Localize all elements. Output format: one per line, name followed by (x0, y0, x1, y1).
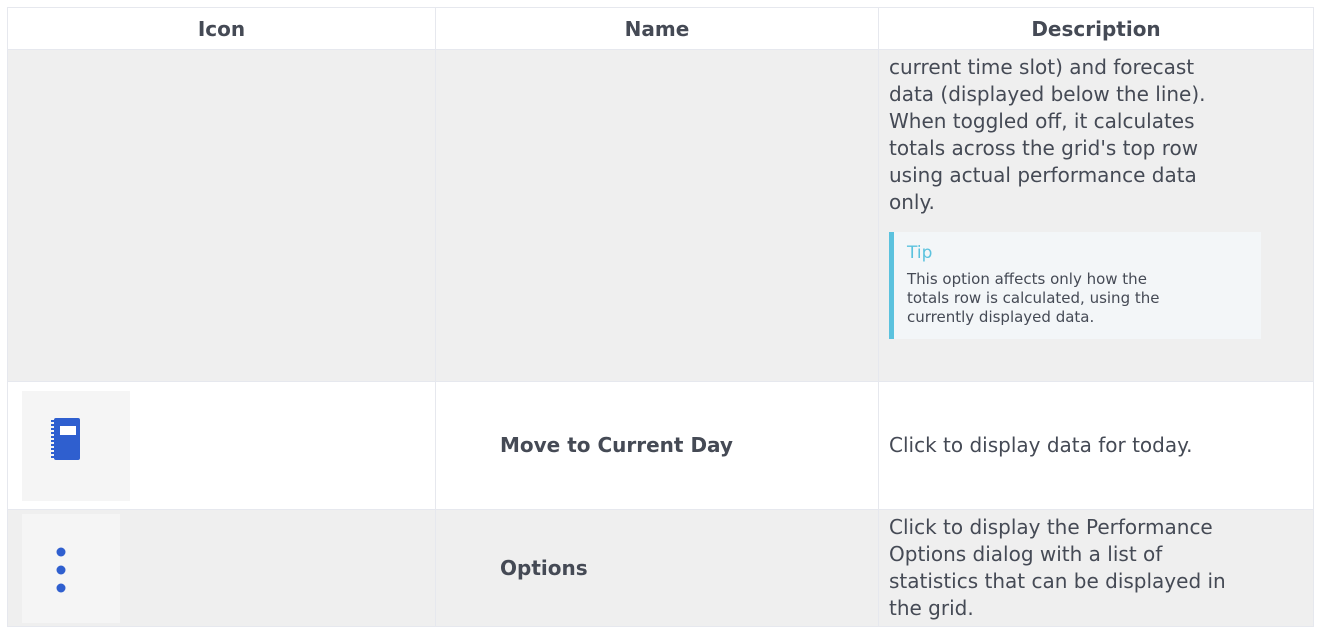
description-cell: current time slot) and forecast data (di… (878, 49, 1314, 382)
name-cell (435, 49, 879, 382)
description-line: When toggled off, it calculates (889, 109, 1195, 133)
description-line: statistics that can be displayed in (889, 569, 1226, 593)
name-cell: Options (435, 509, 879, 627)
description-line: data (displayed below the line). (889, 82, 1206, 106)
description-line: the grid. (889, 596, 974, 620)
icons-reference-table: Icon Name Description current time slot)… (7, 7, 1314, 627)
name-cell: Move to Current Day (435, 381, 879, 510)
description-line: using actual performance data (889, 163, 1197, 187)
description-line: current time slot) and forecast (889, 55, 1195, 79)
column-header-name: Name (435, 7, 879, 50)
icon-cell (7, 49, 436, 382)
tip-title: Tip (907, 243, 933, 263)
tip-callout: Tip This option affects only how the tot… (889, 232, 1261, 339)
tip-line: This option affects only how the (907, 270, 1147, 288)
doc-table-wrapper: Icon Name Description current time slot)… (7, 7, 1317, 627)
column-header-icon: Icon (7, 7, 436, 50)
table-row: current time slot) and forecast data (di… (7, 49, 1314, 382)
tip-body: This option affects only how the totals … (907, 270, 1251, 327)
icon-cell (7, 381, 436, 510)
description-line: totals across the grid's top row (889, 136, 1199, 160)
icon-tile (22, 513, 120, 623)
tip-line: currently displayed data. (907, 308, 1095, 326)
table-header-row: Icon Name Description (7, 7, 1314, 50)
table-row: Options Click to display the Performance… (7, 509, 1314, 627)
description-line: Options dialog with a list of (889, 542, 1163, 566)
icon-cell (7, 509, 436, 627)
icon-tile (22, 390, 130, 501)
description-cell: Click to display data for today. (878, 381, 1314, 510)
column-header-description: Description (878, 7, 1314, 50)
description-line: Click to display the Performance (889, 515, 1213, 539)
description-line: only. (889, 190, 935, 214)
description-cell: Click to display the Performance Options… (878, 509, 1314, 627)
description-text: current time slot) and forecast data (di… (889, 54, 1305, 216)
table-row: Move to Current Day Click to display dat… (7, 381, 1314, 510)
tip-line: totals row is calculated, using the (907, 289, 1160, 307)
